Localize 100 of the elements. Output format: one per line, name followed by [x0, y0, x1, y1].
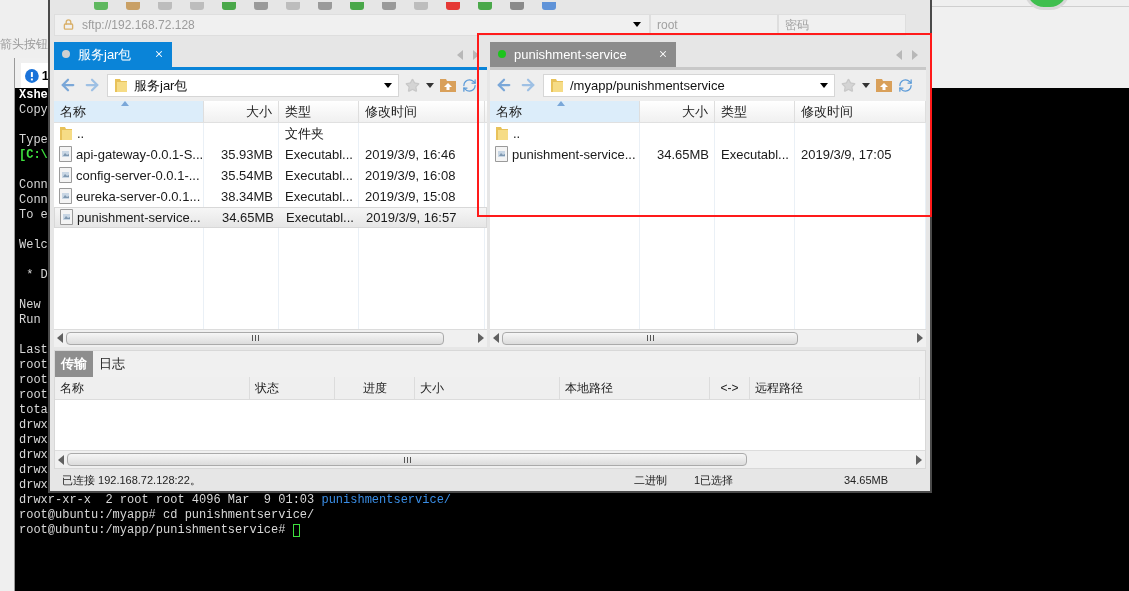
- toolbar-icon[interactable]: [222, 1, 236, 10]
- scroll-tabs-left-icon: [896, 49, 902, 60]
- selection-size: 34.65MB: [844, 472, 888, 488]
- file-icon: [495, 146, 508, 163]
- file-modified: 2019/3/9, 16:08: [365, 167, 456, 183]
- bookmark-menu-icon: [426, 82, 434, 88]
- terminal-line: root: [19, 358, 48, 372]
- scroll-left-icon: [58, 454, 64, 465]
- toolbar-icon[interactable]: [158, 1, 172, 10]
- close-icon[interactable]: [154, 49, 164, 60]
- terminal-line: drwx: [19, 478, 48, 492]
- address-text: sftp://192.168.72.128: [82, 16, 196, 34]
- terminal-line: drwx: [19, 418, 48, 432]
- toolbar-icon[interactable]: [478, 1, 492, 10]
- column-header[interactable]: 状态: [250, 376, 335, 399]
- path-combo[interactable]: 服务jar包: [107, 73, 399, 97]
- folder-up-icon[interactable]: [876, 78, 892, 93]
- file-row[interactable]: .. 文件夹: [54, 122, 487, 144]
- folder-up-icon[interactable]: [440, 78, 456, 93]
- terminal-line: Type: [19, 133, 48, 147]
- scrollbar-thumb[interactable]: [66, 331, 444, 345]
- column-header[interactable]: 大小: [415, 376, 560, 399]
- column-header[interactable]: 修改时间: [359, 100, 485, 122]
- dropdown-icon: [633, 22, 641, 28]
- toolbar-icon[interactable]: [542, 1, 556, 10]
- horizontal-scrollbar[interactable]: [55, 450, 925, 469]
- toolbar-icon[interactable]: [94, 1, 108, 10]
- alert-icon: [25, 68, 39, 83]
- horizontal-scrollbar[interactable]: [490, 328, 926, 347]
- bookmark-icon[interactable]: [841, 77, 856, 93]
- file-type: Executabl...: [286, 209, 354, 225]
- tab-label: 服务jar包: [78, 45, 133, 64]
- file-name: config-server-0.0.1-...: [76, 166, 200, 185]
- toolbar-icon[interactable]: [414, 1, 428, 10]
- column-header[interactable]: 名称: [490, 100, 640, 122]
- terminal-line: root@ubuntu:/myapp# cd punishmentservice/: [19, 508, 315, 522]
- refresh-icon[interactable]: [462, 77, 477, 93]
- scroll-right-icon: [917, 333, 923, 344]
- column-header[interactable]: 名称: [55, 376, 250, 399]
- terminal-line: drwx: [19, 433, 48, 447]
- file-row[interactable]: punishment-service... 34.65MB Executabl... 2019/3/9, 17:05: [490, 143, 926, 165]
- column-header[interactable]: 大小: [640, 100, 715, 122]
- file-type: Executabl...: [285, 146, 353, 162]
- terminal-line: [C:\: [19, 148, 48, 162]
- scrollbar-thumb[interactable]: [67, 453, 747, 467]
- terminal-line: Conn: [19, 193, 48, 207]
- scroll-left-icon: [57, 333, 63, 344]
- file-row[interactable]: api-gateway-0.0.1-S... 35.93MB Executabl... 2019/3/9, 16:46: [54, 143, 487, 165]
- column-header[interactable]: 修改时间: [795, 100, 926, 122]
- cursor: [292, 524, 300, 537]
- bookmark-icon[interactable]: [405, 77, 420, 93]
- toolbar-icon[interactable]: [350, 1, 364, 10]
- column-header[interactable]: 大小: [204, 100, 279, 122]
- terminal-line: drwx: [19, 448, 48, 462]
- column-header[interactable]: 本地路径: [560, 376, 710, 399]
- file-row[interactable]: punishment-service... 34.65MB Executabl... 2019/3/9, 16:57: [54, 206, 487, 228]
- refresh-icon[interactable]: [898, 77, 913, 93]
- file-row[interactable]: config-server-0.0.1-... 35.54MB Executabl... 2019/3/9, 16:08: [54, 164, 487, 186]
- toolbar-icon[interactable]: [254, 1, 268, 10]
- file-icon: [59, 146, 72, 163]
- scroll-tabs-right-icon: [912, 49, 918, 60]
- column-header[interactable]: 类型: [715, 100, 795, 122]
- path-text: /myapp/punishmentservice: [570, 76, 726, 95]
- terminal-line: Xshe: [19, 88, 48, 102]
- terminal-line: Welc: [19, 238, 48, 252]
- scroll-right-icon: [916, 454, 922, 465]
- toolbar-icon[interactable]: [446, 1, 460, 10]
- folder-icon: [59, 125, 73, 142]
- file-type: Executabl...: [285, 167, 353, 183]
- toolbar-icon[interactable]: [190, 1, 204, 10]
- password-field[interactable]: 密码: [778, 13, 906, 36]
- terminal-line: root: [19, 373, 48, 387]
- terminal-line: New: [19, 298, 41, 312]
- toolbar-icon[interactable]: [318, 1, 332, 10]
- file-row[interactable]: eureka-server-0.0.1... 38.34MB Executabl... 2019/3/9, 15:08: [54, 185, 487, 207]
- pane-tab[interactable]: 服务jar包: [54, 41, 172, 67]
- column-header[interactable]: 类型: [279, 100, 359, 122]
- bookmark-menu-icon: [862, 82, 870, 88]
- file-row[interactable]: ..: [490, 122, 926, 144]
- terminal-line: * D: [25, 268, 48, 282]
- column-header[interactable]: <->: [710, 376, 750, 399]
- path-combo[interactable]: /myapp/punishmentservice: [543, 73, 835, 97]
- toolbar-icon[interactable]: [286, 1, 300, 10]
- folder-icon: [495, 125, 509, 142]
- file-size: 34.65MB: [221, 208, 274, 227]
- toolbar-icon[interactable]: [510, 1, 524, 10]
- column-header[interactable]: 进度: [335, 376, 415, 399]
- session-tab[interactable]: 1: [21, 63, 49, 88]
- toolbar-icon[interactable]: [382, 1, 396, 10]
- toolbar-icon[interactable]: [126, 1, 140, 10]
- scrollbar-thumb[interactable]: [502, 331, 798, 345]
- folder-icon: [550, 77, 564, 94]
- close-icon[interactable]: [658, 49, 668, 60]
- file-name: punishment-service...: [77, 208, 201, 227]
- column-header[interactable]: 名称: [54, 100, 204, 122]
- column-header[interactable]: 远程路径: [750, 376, 920, 399]
- file-name: ..: [77, 124, 85, 143]
- terminal-line: Copy: [19, 103, 48, 117]
- transfer-tab[interactable]: 日志: [93, 350, 131, 377]
- horizontal-scrollbar[interactable]: [54, 328, 487, 347]
